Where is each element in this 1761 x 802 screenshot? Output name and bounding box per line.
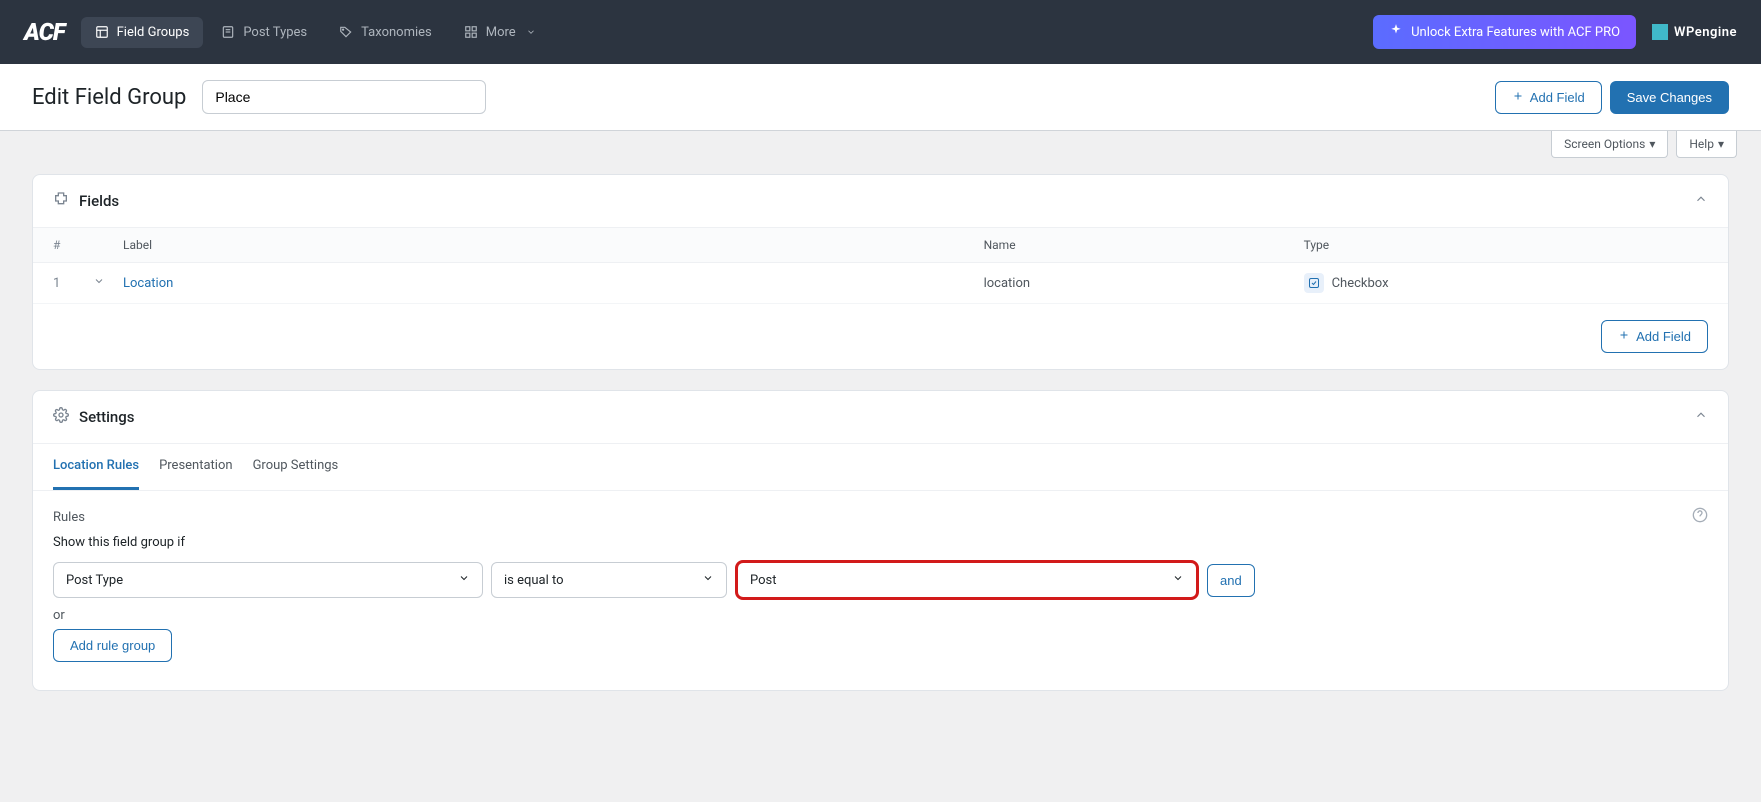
sparkle-icon	[1389, 23, 1403, 41]
wpengine-icon	[1652, 24, 1668, 40]
tab-group-settings[interactable]: Group Settings	[253, 444, 339, 490]
col-header-label: Label	[123, 238, 984, 252]
field-num: 1	[53, 276, 93, 291]
rule-value: Post	[750, 573, 777, 588]
nav-label: Post Types	[243, 25, 307, 40]
chevron-down-icon	[702, 572, 714, 588]
col-header-name: Name	[984, 238, 1304, 252]
top-nav: ACF Field Groups Post Types Taxonomies M…	[0, 0, 1761, 64]
post-icon	[221, 25, 235, 39]
plus-icon	[1512, 90, 1524, 105]
brand-logo: ACF	[24, 18, 65, 46]
fields-table-header: # Label Name Type	[33, 228, 1728, 263]
settings-panel-title: Settings	[79, 408, 1694, 426]
gear-icon	[53, 407, 69, 427]
field-label-link[interactable]: Location	[123, 276, 173, 291]
col-header-type: Type	[1304, 238, 1604, 252]
caret-down-icon: ▾	[1718, 137, 1724, 151]
fields-panel-title: Fields	[79, 192, 1694, 210]
add-field-label: Add Field	[1636, 329, 1691, 344]
rule-param-value: Post Type	[66, 573, 123, 588]
puzzle-icon	[53, 191, 69, 211]
save-changes-button[interactable]: Save Changes	[1610, 81, 1729, 114]
help-label: Help	[1689, 137, 1714, 151]
header-bar: Edit Field Group Add Field Save Changes	[0, 64, 1761, 131]
col-header-num: #	[53, 238, 93, 252]
and-button[interactable]: and	[1207, 564, 1255, 597]
chevron-down-icon	[458, 572, 470, 588]
rule-value-select[interactable]: Post	[735, 560, 1199, 600]
or-label: or	[53, 608, 1708, 623]
field-group-title-input[interactable]	[202, 80, 486, 114]
nav-label: More	[486, 25, 516, 40]
chevron-down-icon	[1172, 572, 1184, 588]
nav-more[interactable]: More	[450, 17, 552, 48]
screen-tabs: Screen Options ▾ Help ▾	[0, 131, 1761, 158]
settings-tabs: Location Rules Presentation Group Settin…	[33, 444, 1728, 491]
help-icon[interactable]	[1692, 507, 1708, 527]
rules-subheading: Show this field group if	[53, 535, 1708, 550]
add-rule-group-button[interactable]: Add rule group	[53, 629, 172, 662]
grid-icon	[464, 25, 478, 39]
page-title: Edit Field Group	[32, 85, 186, 110]
tab-presentation[interactable]: Presentation	[159, 444, 233, 490]
caret-down-icon: ▾	[1649, 137, 1655, 151]
rule-row: Post Type is equal to Post and	[53, 560, 1708, 600]
layout-icon	[95, 25, 109, 39]
field-name: location	[984, 276, 1304, 291]
screen-options-tab[interactable]: Screen Options ▾	[1551, 131, 1668, 158]
save-label: Save Changes	[1627, 90, 1712, 105]
unlock-pro-button[interactable]: Unlock Extra Features with ACF PRO	[1373, 15, 1636, 49]
expand-row-toggle[interactable]	[93, 275, 123, 291]
nav-label: Field Groups	[117, 25, 190, 40]
collapse-toggle[interactable]	[1694, 408, 1708, 426]
add-field-button-bottom[interactable]: Add Field	[1601, 320, 1708, 353]
nav-label: Taxonomies	[361, 25, 432, 40]
wpengine-logo[interactable]: WPengine	[1652, 24, 1737, 40]
fields-panel-header: Fields	[33, 175, 1728, 228]
field-type: Checkbox	[1332, 276, 1389, 291]
field-row[interactable]: 1 Location location Checkbox	[33, 263, 1728, 304]
rules-heading: Rules	[53, 510, 85, 525]
unlock-label: Unlock Extra Features with ACF PRO	[1411, 25, 1620, 40]
tab-location-rules[interactable]: Location Rules	[53, 444, 139, 490]
plus-icon	[1618, 329, 1630, 344]
nav-taxonomies[interactable]: Taxonomies	[325, 17, 446, 48]
help-tab[interactable]: Help ▾	[1676, 131, 1737, 158]
settings-panel: Settings Location Rules Presentation Gro…	[32, 390, 1729, 691]
checkbox-type-icon	[1304, 273, 1324, 293]
rule-operator-value: is equal to	[504, 573, 564, 588]
wpengine-label: WPengine	[1674, 25, 1737, 40]
rule-operator-select[interactable]: is equal to	[491, 562, 727, 598]
fields-panel: Fields # Label Name Type 1 Location loca…	[32, 174, 1729, 370]
collapse-toggle[interactable]	[1694, 192, 1708, 210]
nav-post-types[interactable]: Post Types	[207, 17, 321, 48]
add-field-button[interactable]: Add Field	[1495, 81, 1602, 114]
settings-panel-header: Settings	[33, 391, 1728, 444]
location-rules-body: Rules Show this field group if Post Type…	[33, 491, 1728, 690]
rule-param-select[interactable]: Post Type	[53, 562, 483, 598]
nav-field-groups[interactable]: Field Groups	[81, 17, 204, 48]
add-field-label: Add Field	[1530, 90, 1585, 105]
screen-options-label: Screen Options	[1564, 137, 1645, 151]
chevron-down-icon	[524, 25, 538, 39]
tag-icon	[339, 25, 353, 39]
